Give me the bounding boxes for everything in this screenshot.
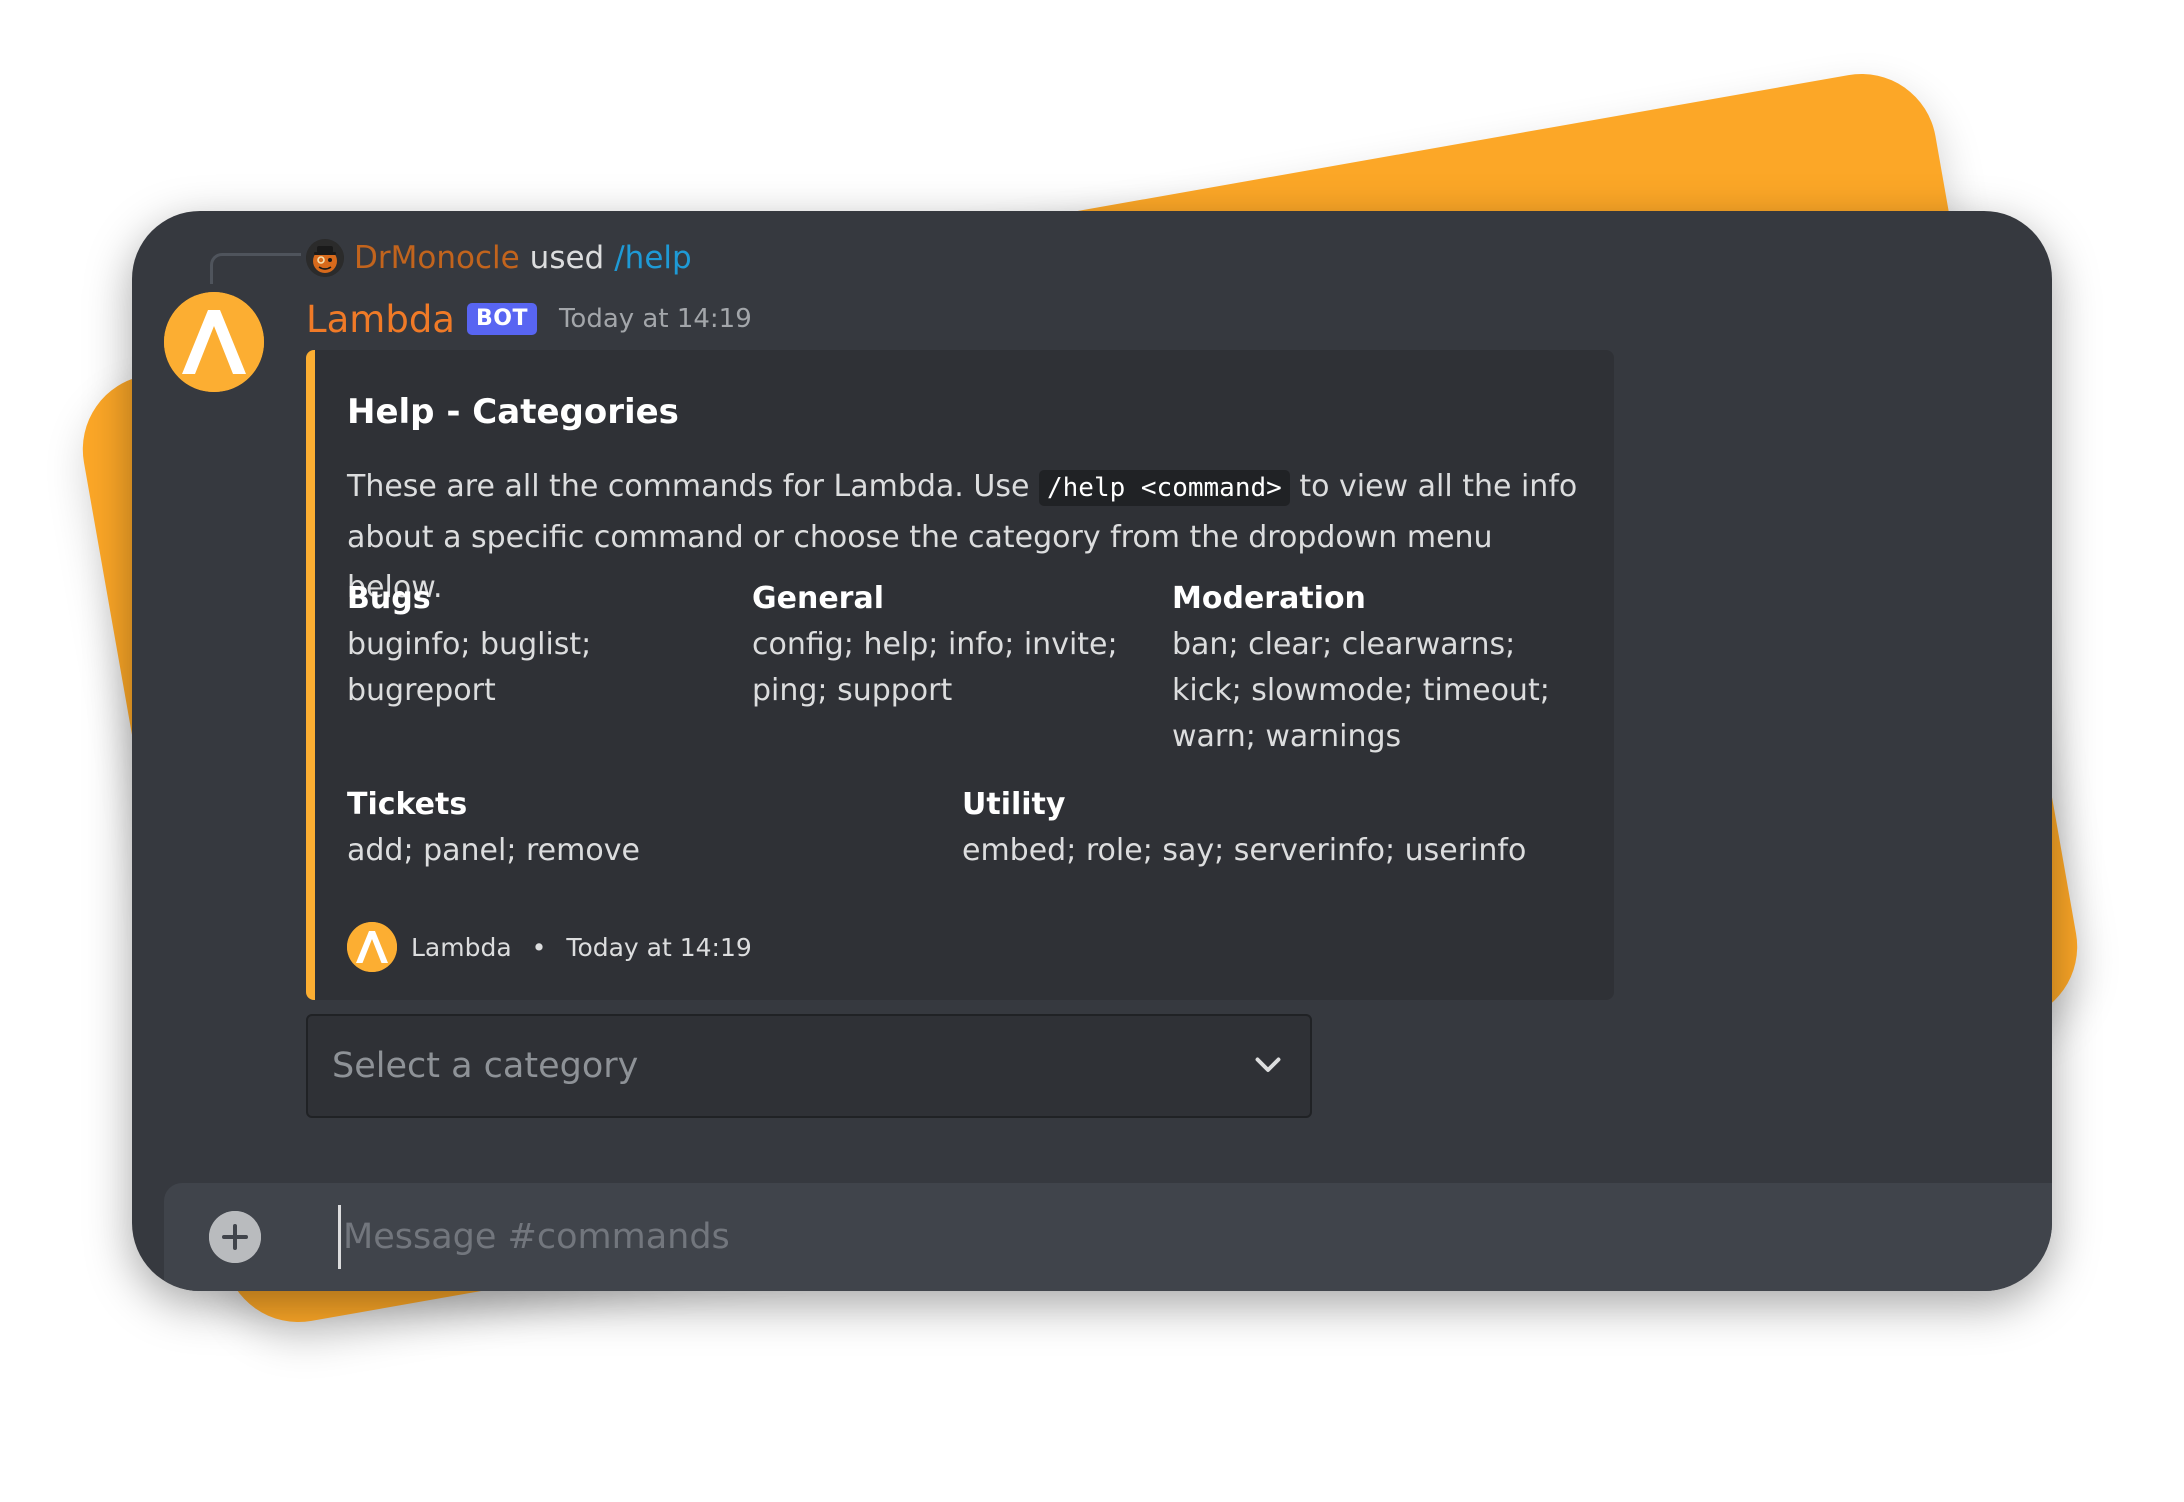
field-value: embed; role; say; serverinfo; userinfo (962, 833, 1527, 868)
embed-title: Help - Categories (347, 392, 679, 432)
reply-used-text: used (529, 240, 605, 276)
help-embed: Help - Categories These are all the comm… (306, 350, 1614, 1000)
field-general: General config; help; info; invite; ping… (752, 576, 1142, 714)
reply-header[interactable]: DrMonocle used /help (306, 235, 692, 281)
field-name: Utility (962, 787, 1066, 822)
footer-text: Lambda (411, 932, 512, 962)
embed-description-before: These are all the commands for Lambda. U… (347, 469, 1030, 504)
bot-avatar[interactable] (164, 292, 264, 392)
message-header: Lambda BOT Today at 14:19 (306, 293, 752, 345)
category-select-placeholder: Select a category (332, 1046, 639, 1086)
field-value: add; panel; remove (347, 833, 640, 868)
field-name: Bugs (347, 581, 431, 616)
lambda-logo-icon (347, 922, 397, 972)
field-name: General (752, 581, 884, 616)
stage: DrMonocle used /help Lambda BOT Today at… (0, 0, 2184, 1502)
message-input[interactable] (338, 1205, 1945, 1269)
chevron-down-icon (1250, 1046, 1286, 1086)
field-value: config; help; info; invite; ping; suppor… (752, 627, 1118, 708)
category-select[interactable]: Select a category (306, 1014, 1312, 1118)
field-name: Moderation (1172, 581, 1366, 616)
field-value: ban; clear; clearwarns; kick; slowmode; … (1172, 627, 1550, 754)
lambda-logo-icon (164, 292, 264, 392)
author-name[interactable]: Lambda (306, 298, 455, 341)
reply-command[interactable]: /help (614, 240, 691, 276)
inline-code: /help <command> (1038, 470, 1290, 506)
bot-tag: BOT (466, 303, 537, 335)
footer-avatar (347, 922, 397, 972)
plus-circle-icon (209, 1211, 261, 1263)
monocle-avatar-icon (306, 239, 344, 277)
field-value: buginfo; buglist; bugreport (347, 627, 592, 708)
field-name: Tickets (347, 787, 468, 822)
reply-username[interactable]: DrMonocle (354, 240, 520, 276)
message-timestamp: Today at 14:19 (558, 304, 752, 334)
footer-separator: • (531, 932, 547, 962)
field-moderation: Moderation ban; clear; clearwarns; kick;… (1172, 576, 1592, 760)
footer-timestamp: Today at 14:19 (566, 932, 752, 962)
reply-user-avatar[interactable] (306, 239, 344, 277)
field-tickets: Tickets add; panel; remove (347, 782, 947, 874)
message-composer (164, 1183, 2052, 1291)
discord-window: DrMonocle used /help Lambda BOT Today at… (132, 211, 2052, 1291)
field-bugs: Bugs buginfo; buglist; bugreport (347, 576, 737, 714)
field-utility: Utility embed; role; say; serverinfo; us… (962, 782, 1582, 874)
reply-connector (210, 253, 301, 284)
embed-footer: Lambda • Today at 14:19 (347, 922, 752, 972)
attach-button[interactable] (209, 1211, 261, 1263)
